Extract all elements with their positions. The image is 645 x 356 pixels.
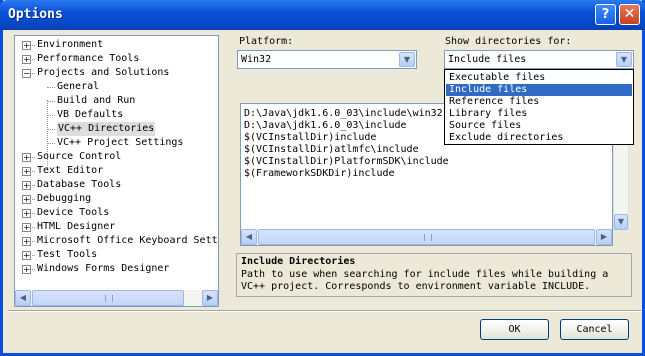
list-item[interactable]: $(VCInstallDir)include: [244, 132, 376, 144]
description-panel: Include Directories Path to use when sea…: [236, 253, 632, 297]
show-directories-select[interactable]: Include files ▼: [444, 50, 634, 69]
platform-label: Platform:: [239, 36, 294, 47]
options-dialog: Options ? ✕ + Environment + Performance …: [0, 0, 645, 356]
tree-item-label: Text Editor: [37, 165, 104, 176]
tree-item-label: Projects and Solutions: [37, 67, 170, 78]
tree-item-label: HTML Designer: [37, 221, 116, 232]
tree-item-label: VB Defaults: [57, 109, 124, 120]
dropdown-option[interactable]: Source files: [446, 120, 632, 132]
chevron-down-icon[interactable]: ▼: [616, 52, 632, 67]
tree-item-label: General: [57, 81, 100, 92]
tree-item-label: Database Tools: [37, 179, 122, 190]
scroll-left-arrow-icon[interactable]: ◀: [241, 229, 257, 245]
dropdown-option-selected[interactable]: Include files: [446, 84, 632, 96]
scroll-thumb[interactable]: [32, 290, 184, 306]
tree-item-label: Test Tools: [37, 249, 98, 260]
description-title: Include Directories: [241, 256, 356, 267]
options-tree[interactable]: + Environment + Performance Tools − Proj…: [14, 35, 219, 307]
list-item[interactable]: D:\Java\jdk1.6.0_03\include: [244, 120, 407, 132]
scroll-right-arrow-icon[interactable]: ▶: [596, 229, 612, 245]
platform-value: Win32: [241, 54, 272, 65]
scroll-right-arrow-icon[interactable]: ▶: [202, 290, 218, 306]
dropdown-option[interactable]: Executable files: [446, 72, 632, 84]
dropdown-option[interactable]: Reference files: [446, 96, 632, 108]
tree-item-label: Microsoft Office Keyboard Sett: [37, 235, 218, 246]
tree-item-label: Device Tools: [37, 207, 110, 218]
tree-item-label: Performance Tools: [37, 53, 140, 64]
show-directories-dropdown[interactable]: Executable files Include files Reference…: [444, 69, 634, 145]
tree-item-label: Source Control: [37, 151, 122, 162]
list-item[interactable]: $(VCInstallDir)PlatformSDK\include: [244, 156, 449, 168]
dropdown-option[interactable]: Library files: [446, 108, 632, 120]
dropdown-option[interactable]: Exclude directories: [446, 132, 632, 144]
tree-item-label: VC++ Project Settings: [57, 137, 184, 148]
platform-select[interactable]: Win32 ▼: [237, 50, 417, 69]
list-item[interactable]: $(VCInstallDir)atlmfc\include: [244, 144, 419, 156]
chevron-down-icon[interactable]: ▼: [399, 52, 415, 67]
divider: [8, 310, 641, 312]
description-text: Path to use when searching for include f…: [241, 269, 609, 292]
title-bar[interactable]: Options ? ✕: [0, 0, 645, 30]
tree-item-label: Windows Forms Designer: [37, 263, 170, 274]
show-directories-value: Include files: [448, 54, 527, 65]
list-horizontal-scrollbar[interactable]: ◀ ▶: [241, 229, 612, 245]
dialog-title: Options: [8, 7, 63, 22]
cancel-button[interactable]: Cancel: [560, 319, 629, 340]
ok-button[interactable]: OK: [480, 319, 549, 340]
list-item[interactable]: D:\Java\jdk1.6.0_03\include\win32: [244, 108, 443, 120]
scroll-down-arrow-icon[interactable]: ▼: [614, 214, 628, 230]
close-button[interactable]: ✕: [619, 4, 640, 25]
tree-item-label: Build and Run: [57, 95, 136, 106]
tree-item-label: Environment: [37, 39, 104, 50]
tree-horizontal-scrollbar[interactable]: ◀ ▶: [15, 290, 218, 306]
list-item[interactable]: $(FrameworkSDKDir)include: [244, 168, 395, 180]
tree-item-label: Debugging: [37, 193, 92, 204]
help-button[interactable]: ?: [595, 4, 616, 25]
scroll-thumb[interactable]: [258, 229, 595, 245]
tree-item-label: VC++ Directories: [57, 122, 156, 136]
scroll-left-arrow-icon[interactable]: ◀: [15, 290, 31, 306]
show-directories-label: Show directories for:: [445, 36, 572, 47]
